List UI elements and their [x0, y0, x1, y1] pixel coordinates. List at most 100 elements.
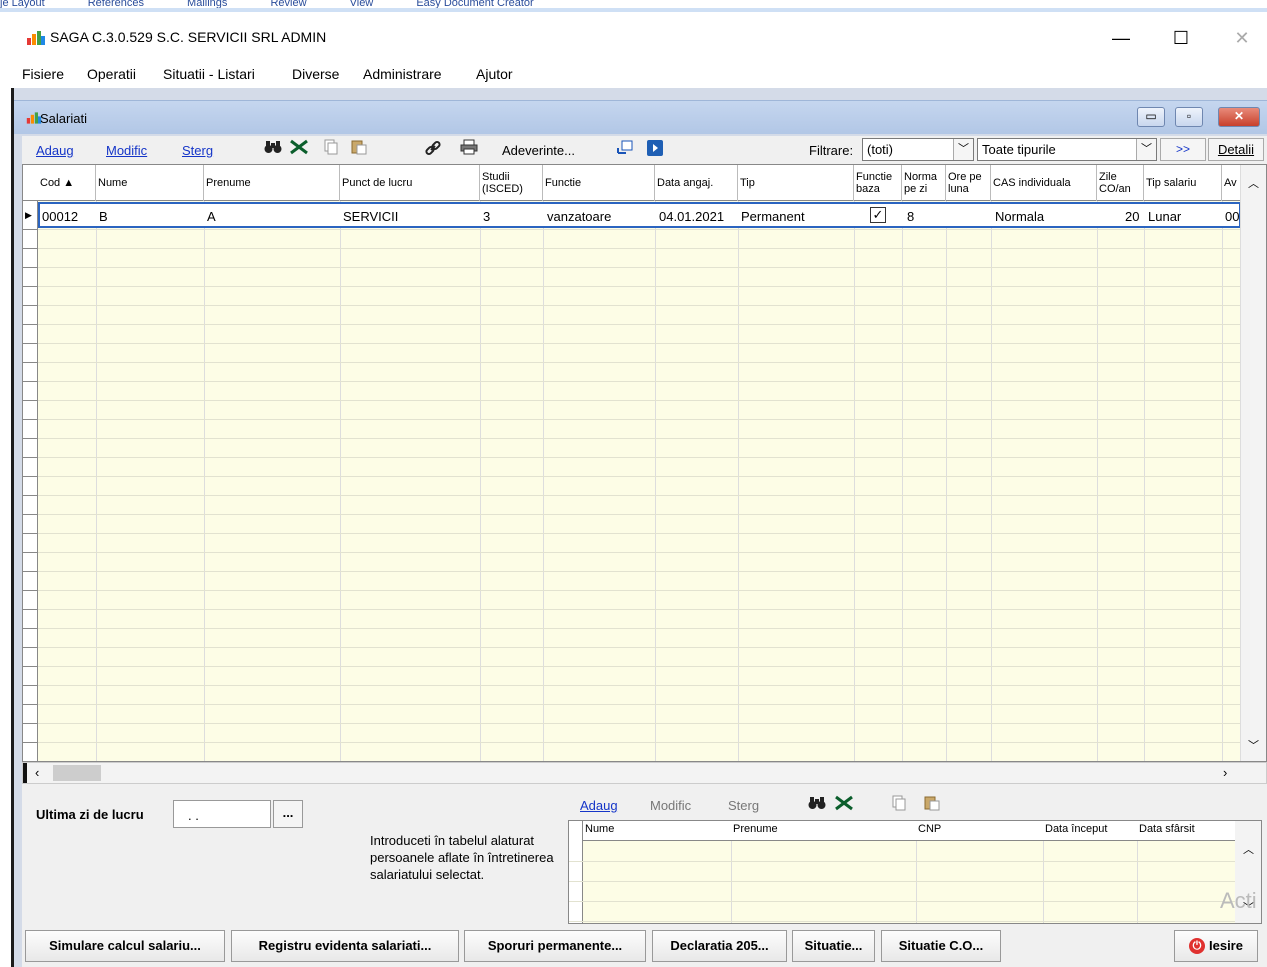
adeverinte-button[interactable]: Adeverinte...	[502, 143, 575, 158]
child-maximize-button[interactable]: ▫	[1175, 107, 1203, 127]
window-titlebar: SAGA C.3.0.529 S.C. SERVICII SRL ADMIN —…	[0, 16, 1267, 58]
col-header-cod[interactable]: Cod ▲	[38, 165, 96, 201]
maximize-button[interactable]: ☐	[1161, 24, 1201, 52]
link-icon[interactable]	[422, 139, 444, 161]
indicator-line	[23, 666, 38, 667]
permanent-bonuses-button[interactable]: Sporuri permanente...	[464, 930, 646, 962]
type-dropdown[interactable]: Toate tipurile ﹀	[977, 138, 1157, 161]
copy-icon[interactable]	[320, 139, 342, 161]
last-workday-picker-button[interactable]: ...	[273, 800, 303, 828]
grid-row-line	[23, 343, 1266, 344]
scroll-up-icon[interactable]: ︿	[1243, 841, 1254, 857]
scroll-up-icon[interactable]: ︿	[1248, 175, 1259, 191]
scroll-left-icon[interactable]: ‹	[35, 765, 39, 780]
col-header-tip-salariu[interactable]: Tip salariu	[1144, 165, 1222, 201]
binoculars-icon[interactable]	[262, 139, 284, 161]
filter-dropdown[interactable]: (toti) ﹀	[862, 138, 974, 161]
declaration-205-button[interactable]: Declaratia 205...	[652, 930, 787, 962]
col-header-prenume[interactable]: Prenume	[204, 165, 340, 201]
functie-baza-checkbox[interactable]: ✓	[870, 207, 886, 223]
excel-icon[interactable]	[288, 139, 310, 161]
scroll-thumb[interactable]	[53, 765, 101, 781]
dep-col-nume[interactable]: Nume	[585, 823, 614, 835]
dependents-add-button[interactable]: Adaug	[580, 798, 618, 813]
indicator-line	[23, 229, 38, 230]
indicator-line	[23, 514, 38, 515]
dep-row-line	[569, 901, 1235, 902]
col-header-functie[interactable]: Functie	[543, 165, 655, 201]
indicator-line	[23, 742, 38, 743]
print-icon[interactable]	[458, 139, 480, 161]
menu-fisiere[interactable]: Fisiere	[22, 66, 64, 82]
ribbon-tab: Easy Document Creator	[416, 0, 534, 9]
scroll-right-icon[interactable]: ›	[1223, 765, 1227, 780]
simulate-salary-button[interactable]: Simulare calcul salariu...	[25, 930, 225, 962]
grid-row-line	[23, 229, 1266, 230]
last-workday-field[interactable]: . .	[173, 800, 271, 828]
child-minimize-button[interactable]: ▭	[1137, 107, 1165, 127]
add-button[interactable]: Adaug	[36, 143, 74, 158]
next-button[interactable]: >>	[1160, 138, 1206, 161]
dep-col-data-inceput[interactable]: Data început	[1045, 823, 1107, 835]
indicator-line	[23, 685, 38, 686]
copy-icon[interactable]	[892, 795, 906, 814]
dep-col-cnp[interactable]: CNP	[918, 823, 941, 835]
dependents-delete-button[interactable]: Sterg	[728, 798, 759, 813]
details-button[interactable]: Detalii	[1208, 138, 1264, 161]
indicator-line	[23, 438, 38, 439]
dep-col-prenume[interactable]: Prenume	[733, 823, 778, 835]
dep-column-line	[1137, 841, 1138, 923]
col-header-functie-baza[interactable]: Functie baza	[854, 165, 902, 201]
indicator-line	[23, 400, 38, 401]
col-header-norma[interactable]: Norma pe zi	[902, 165, 946, 201]
dep-col-data-sfarsit[interactable]: Data sfârsit	[1139, 823, 1195, 835]
dep-column-line	[731, 841, 732, 923]
minimize-button[interactable]: —	[1101, 24, 1141, 52]
export-icon[interactable]	[614, 139, 636, 161]
menu-administrare[interactable]: Administrare	[363, 66, 442, 82]
exit-button[interactable]: ⏻ Iesire	[1174, 930, 1258, 962]
menu-ajutor[interactable]: Ajutor	[476, 66, 513, 82]
grid-row-line	[23, 666, 1266, 667]
col-header-nume[interactable]: Nume	[96, 165, 204, 201]
dependents-modify-button[interactable]: Modific	[650, 798, 691, 813]
col-header-data[interactable]: Data angaj.	[655, 165, 738, 201]
vacation-situation-button[interactable]: Situatie C.O...	[881, 930, 1001, 962]
menu-operatii[interactable]: Operatii	[87, 66, 136, 82]
modify-button[interactable]: Modific	[106, 143, 147, 158]
vertical-scrollbar[interactable]: ︿ ﹀	[1240, 165, 1266, 761]
situation-button[interactable]: Situatie...	[792, 930, 875, 962]
col-header-studii[interactable]: Studii (ISCED)	[480, 165, 543, 201]
excel-icon[interactable]	[834, 795, 854, 814]
scroll-down-icon[interactable]: ﹀	[1248, 737, 1259, 753]
col-header-av[interactable]: Av	[1222, 165, 1242, 201]
ribbon-tab: Review	[270, 0, 307, 9]
delete-button[interactable]: Sterg	[182, 143, 213, 158]
grid-row-line	[23, 704, 1266, 705]
child-close-button[interactable]: ✕	[1218, 107, 1260, 127]
table-row[interactable]: 00012 B A SERVICII 3 vanzatoare 04.01.20…	[38, 202, 1241, 228]
dependents-grid[interactable]: Nume Prenume CNP Data început Data sfârs…	[568, 820, 1262, 924]
employee-register-button[interactable]: Registru evidenta salariati...	[231, 930, 459, 962]
col-header-tip[interactable]: Tip	[738, 165, 854, 201]
power-icon: ⏻	[1189, 938, 1205, 954]
binoculars-icon[interactable]	[808, 796, 826, 813]
horizontal-scrollbar[interactable]: ‹ ›	[22, 762, 1267, 784]
paste-icon[interactable]	[924, 795, 940, 814]
indicator-line	[23, 286, 38, 287]
col-header-ore[interactable]: Ore pe luna	[946, 165, 991, 201]
background-word-ribbon: je Layout References Mailings Review Vie…	[0, 0, 1267, 12]
indicator-line	[23, 495, 38, 496]
employees-grid[interactable]: Cod ▲ Nume Prenume Punct de lucru Studii…	[22, 164, 1267, 762]
close-button[interactable]: ✕	[1222, 24, 1262, 52]
col-header-cas[interactable]: CAS individuala	[991, 165, 1097, 201]
col-header-punct[interactable]: Punct de lucru	[340, 165, 480, 201]
run-icon[interactable]	[644, 139, 666, 161]
grid-row-line	[23, 628, 1266, 629]
dep-row-line	[569, 881, 1235, 882]
col-header-zile[interactable]: Zile CO/an	[1097, 165, 1144, 201]
menu-situatii-listari[interactable]: Situatii - Listari	[163, 66, 255, 82]
menu-diverse[interactable]: Diverse	[292, 66, 339, 82]
cell-tip-salariu: Lunar	[1148, 209, 1182, 224]
paste-icon[interactable]	[348, 139, 370, 161]
